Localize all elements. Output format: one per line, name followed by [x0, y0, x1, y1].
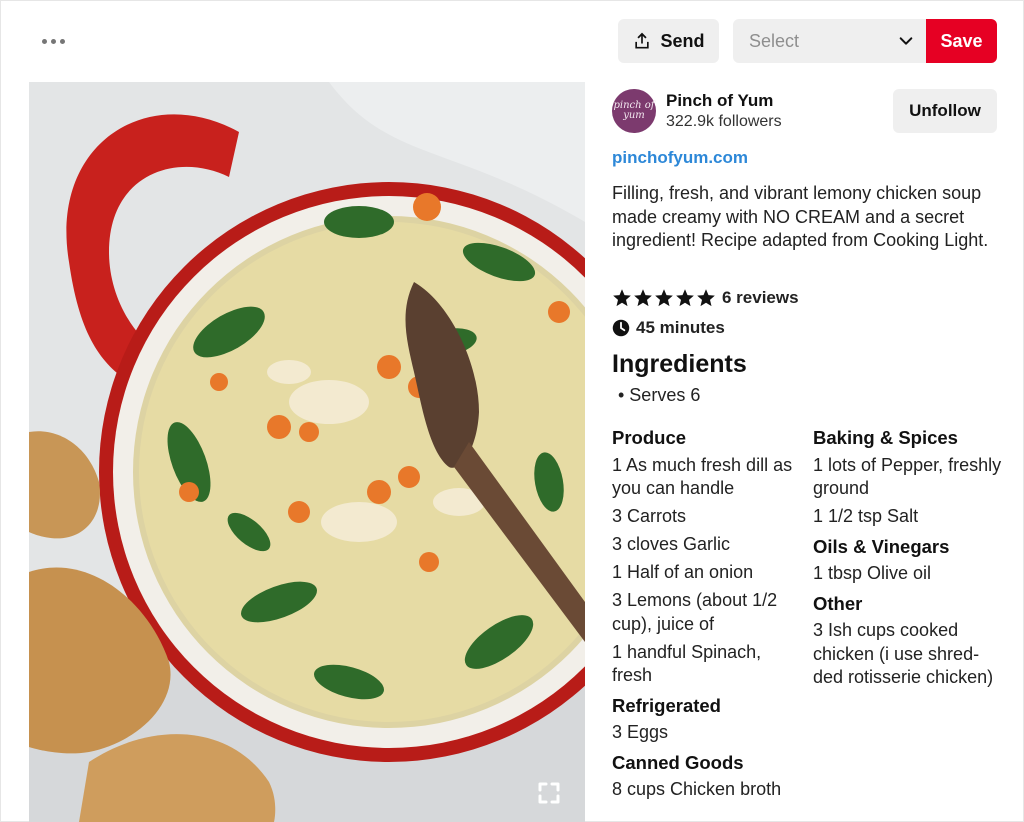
ingredient-group-heading: Canned Goods: [612, 751, 744, 773]
ingredient-item: 1 tbsp Olive oil: [813, 563, 932, 583]
star-icon: [634, 289, 652, 307]
ingredient-item: 1 1/2 tsp Salt: [813, 506, 919, 526]
ingredient-group-heading: Oils & Vinegars: [813, 535, 950, 557]
send-button[interactable]: Send: [618, 19, 719, 63]
more-dot: [59, 38, 65, 44]
clock-icon: [612, 319, 630, 337]
ingredients-column-right: Baking & Spices 1 lots of Pepper, freshly…: [813, 426, 1003, 694]
star-icon: [613, 289, 631, 307]
board-select[interactable]: Select: [733, 19, 926, 63]
cook-time: 45 minutes: [612, 318, 725, 338]
cook-time-text: 45 minutes: [636, 318, 725, 337]
rating: 6 reviews: [612, 288, 799, 308]
review-count[interactable]: 6 reviews: [722, 288, 799, 308]
ingredient-group-heading: Produce: [612, 427, 687, 448]
ingredient-item: 3 Carrots: [612, 506, 687, 526]
more-dot: [50, 38, 56, 44]
share-upload-icon: [635, 32, 650, 49]
star-icon: [697, 289, 715, 307]
star-icon: [676, 289, 694, 307]
board-select-placeholder: Select: [749, 30, 800, 51]
ingredients-title: Ingredients: [612, 350, 747, 378]
creator-name[interactable]: Pinch of Yum: [666, 91, 773, 111]
ingredient-item: 3 Lemons (about 1/2 cup), juice of: [612, 590, 778, 634]
serves-text: • Serves 6: [618, 385, 701, 405]
creator-avatar[interactable]: pinch of yum: [612, 89, 656, 133]
ingredient-group-heading: Other: [813, 592, 863, 614]
star-icon: [655, 289, 673, 307]
ingredients-column-left: Produce 1 As much fresh dill as you can h…: [612, 426, 797, 806]
expand-fullscreen-icon: [538, 782, 560, 804]
pin-description: Filling, fresh, and vibrant lemony chick…: [612, 183, 989, 250]
source-link[interactable]: pinchofyum.com: [612, 148, 748, 168]
unfollow-button[interactable]: Unfollow: [893, 89, 997, 133]
chevron-down-icon: [899, 37, 913, 45]
ingredient-item: 3 Eggs: [612, 722, 669, 742]
ingredient-item: 3 Ish cups cooked chicken (i use shred-d…: [813, 620, 994, 687]
ingredient-item: 1 lots of Pepper, freshly ground: [813, 454, 1002, 499]
more-options-button[interactable]: [36, 28, 70, 54]
ingredient-item: 1 Half of an onion: [612, 562, 754, 582]
save-button[interactable]: Save: [926, 19, 997, 63]
more-dots-icon: [41, 38, 47, 44]
expand-image-button[interactable]: [530, 774, 568, 812]
follower-count: 322.9k followers: [666, 113, 782, 130]
send-label: Send: [660, 30, 705, 51]
pin-image[interactable]: [29, 82, 585, 822]
ingredient-item: 8 cups Chicken broth: [612, 779, 782, 799]
ingredient-item: 3 cloves Garlic: [612, 534, 731, 554]
avatar-text-bottom: yum: [623, 110, 645, 121]
ingredient-group-heading: Refrigerated: [612, 694, 721, 716]
soup-photo: [29, 82, 585, 822]
ingredient-group-heading: Baking & Spices: [813, 427, 958, 448]
ingredient-item: 1 As much fresh dill as you can handle: [612, 454, 793, 499]
ingredient-item: 1 handful Spinach, fresh: [612, 641, 762, 686]
star-rating: [612, 288, 716, 308]
